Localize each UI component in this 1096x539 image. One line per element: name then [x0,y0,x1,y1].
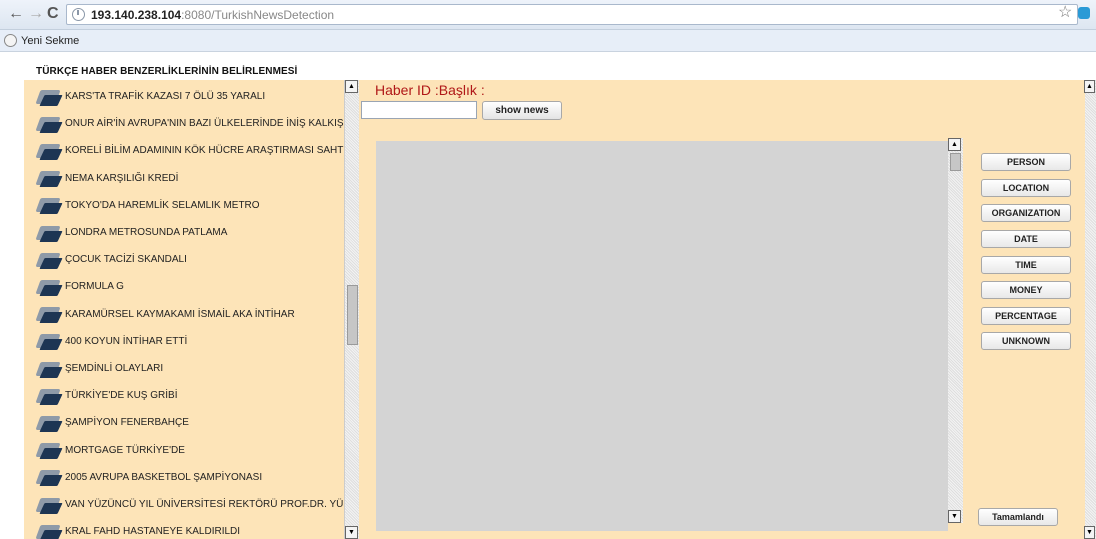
folder-icon [35,140,64,162]
news-title: TÜRKİYE'DE KUŞ GRİBİ [65,390,178,402]
news-list-item[interactable]: MORTGAGE TÜRKİYE'DE [35,437,185,464]
folder-icon [35,412,64,434]
tag-button-unknown[interactable]: UNKNOWN [981,332,1071,350]
tag-button-money[interactable]: MONEY [981,281,1071,299]
page-info-icon[interactable] [72,8,85,21]
back-icon[interactable]: ← [8,6,24,22]
news-list-item[interactable]: TOKYO'DA HAREMLİK SELAMLIK METRO [35,192,260,219]
folder-icon [35,276,64,298]
news-content-area[interactable] [376,141,948,531]
news-title: NEMA KARŞILIĞI KREDİ [65,172,179,184]
folder-icon [35,303,64,325]
news-title: 400 KOYUN İNTİHAR ETTİ [65,335,188,347]
news-title: ŞEMDİNLİ OLAYLARI [65,363,164,374]
news-detail-panel: Haber ID :Başlık : show news ▲ ▼ PERSON L… [359,80,1085,539]
url-text: 193.140.238.104:8080/TurkishNewsDetectio… [91,8,335,22]
news-title: ONUR AİR'İN AVRUPA'NIN BAZI ÜLKELERİNDE … [65,118,344,130]
folder-icon [35,439,64,461]
folder-icon [35,466,64,488]
folder-icon [35,358,64,380]
content-scroll-up-button[interactable]: ▲ [948,138,961,151]
news-list-item[interactable]: 400 KOYUN İNTİHAR ETTİ [35,328,188,355]
page-scrollbar[interactable]: ▲ ▼ [1084,80,1096,539]
news-list-item[interactable]: KARS'TA TRAFİK KAZASI 7 ÖLÜ 35 YARALI [35,83,266,110]
bookmark-star-icon[interactable]: ☆ [1058,5,1072,21]
bookmarks-bar: Yeni Sekme [0,30,1096,52]
scroll-down-button[interactable]: ▼ [345,526,358,539]
news-list-panel: KARS'TA TRAFİK KAZASI 7 ÖLÜ 35 YARALI ONU… [24,80,344,539]
folder-icon [35,167,64,189]
news-title: FORMULA G [65,281,124,293]
tag-button-percentage[interactable]: PERCENTAGE [981,307,1071,325]
news-list-item[interactable]: LONDRA METROSUNDA PATLAMA [35,219,228,246]
content-scroll-thumb[interactable] [950,153,961,171]
news-id-heading: Haber ID :Başlık : [375,82,485,98]
news-title: ŞAMPİYON FENERBAHÇE [65,417,189,429]
news-list-item[interactable]: 2005 AVRUPA BASKETBOL ŞAMPİYONASI [35,464,263,491]
news-list-item[interactable]: ÇOCUK TACİZİ SKANDALI [35,246,187,273]
news-list-item[interactable]: VAN YÜZÜNCÜ YIL ÜNİVERSİTESİ REKTÖRÜ PRO… [35,491,344,518]
forward-icon[interactable]: → [28,6,44,22]
news-title: MORTGAGE TÜRKİYE'DE [65,444,185,456]
news-title: LONDRA METROSUNDA PATLAMA [65,227,228,238]
page-scroll-up-button[interactable]: ▲ [1084,80,1095,93]
folder-icon [35,521,64,539]
browser-toolbar: ← → C 193.140.238.104:8080/TurkishNewsDe… [0,0,1096,30]
news-list-item[interactable]: KRAL FAHD HASTANEYE KALDIRILDI [35,518,241,539]
tag-button-date[interactable]: DATE [981,230,1071,248]
news-title: KARS'TA TRAFİK KAZASI 7 ÖLÜ 35 YARALI [65,91,266,102]
folder-icon [35,385,64,407]
extension-icon[interactable] [1078,7,1090,19]
folder-icon [35,113,64,135]
folder-icon [35,249,64,271]
show-news-button[interactable]: show news [482,101,562,120]
news-id-input[interactable] [361,101,477,119]
tag-button-location[interactable]: LOCATION [981,179,1071,197]
news-title: VAN YÜZÜNCÜ YIL ÜNİVERSİTESİ REKTÖRÜ PRO… [65,499,344,510]
folder-icon [35,194,64,216]
news-list-item[interactable]: ŞAMPİYON FENERBAHÇE [35,409,189,436]
news-list-item[interactable]: ŞEMDİNLİ OLAYLARI [35,355,164,382]
tag-button-organization[interactable]: ORGANIZATION [981,204,1071,222]
news-title: KRAL FAHD HASTANEYE KALDIRILDI [65,526,241,538]
tag-button-time[interactable]: TIME [981,256,1071,274]
news-list-item[interactable]: FORMULA G [35,273,124,300]
folder-icon [35,222,64,244]
done-button[interactable]: Tamamlandı [978,508,1058,526]
page-scroll-down-button[interactable]: ▼ [1084,526,1095,539]
news-title: TOKYO'DA HAREMLİK SELAMLIK METRO [65,199,260,211]
news-list-item[interactable]: ONUR AİR'İN AVRUPA'NIN BAZI ÜLKELERİNDE … [35,110,344,137]
news-list-scrollbar[interactable]: ▲ ▼ [344,80,359,539]
folder-icon [35,494,64,516]
news-title: ÇOCUK TACİZİ SKANDALI [65,254,187,266]
news-list-item[interactable]: KORELİ BİLİM ADAMININ KÖK HÜCRE ARAŞTIRM… [35,137,344,164]
globe-icon [4,34,17,47]
scroll-up-button[interactable]: ▲ [345,80,358,93]
tag-button-person[interactable]: PERSON [981,153,1071,171]
news-list-item[interactable]: NEMA KARŞILIĞI KREDİ [35,165,179,192]
content-scroll-down-button[interactable]: ▼ [948,510,961,523]
news-title: 2005 AVRUPA BASKETBOL ŞAMPİYONASI [65,471,263,483]
address-bar[interactable]: 193.140.238.104:8080/TurkishNewsDetectio… [66,4,1078,25]
news-title: KORELİ BİLİM ADAMININ KÖK HÜCRE ARAŞTIRM… [65,145,344,157]
bookmark-new-tab[interactable]: Yeni Sekme [21,35,79,47]
news-title: KARAMÜRSEL KAYMAKAMI İSMAİL AKA İNTİHAR [65,308,295,320]
scroll-thumb[interactable] [347,285,358,345]
page-title: TÜRKÇE HABER BENZERLİKLERİNİN BELİRLENME… [36,66,298,77]
folder-icon [35,86,64,108]
content-scrollbar[interactable]: ▲ ▼ [948,138,963,523]
news-list-item[interactable]: KARAMÜRSEL KAYMAKAMI İSMAİL AKA İNTİHAR [35,301,295,328]
folder-icon [35,330,64,352]
news-list-item[interactable]: TÜRKİYE'DE KUŞ GRİBİ [35,382,178,409]
reload-icon[interactable]: C [47,6,59,22]
